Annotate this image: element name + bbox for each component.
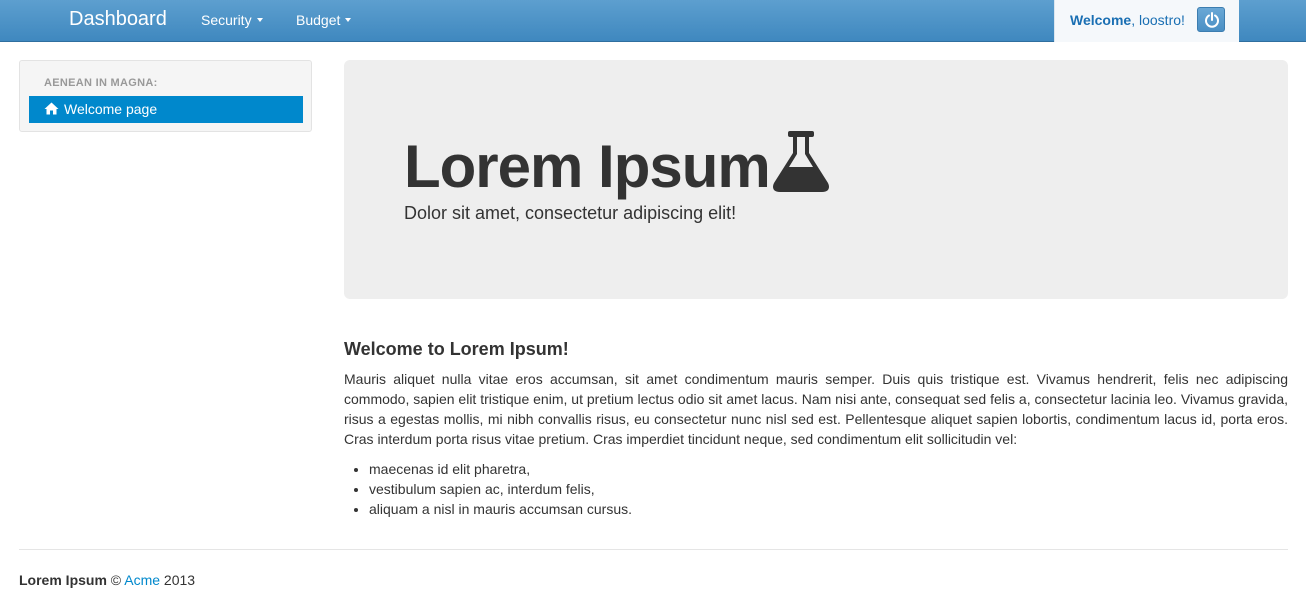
caret-down-icon	[345, 18, 352, 23]
hero-title: Lorem Ipsum	[404, 133, 771, 200]
user-box: Welcome, loostro!	[1054, 0, 1239, 42]
footer-name: Lorem Ipsum	[19, 572, 107, 588]
power-icon	[1205, 12, 1219, 28]
footer-year: 2013	[160, 572, 196, 588]
footer: Lorem Ipsum © Acme 2013	[19, 572, 195, 588]
home-icon	[44, 102, 59, 115]
footer-copyright: ©	[106, 572, 125, 588]
hero-subtitle: Dolor sit amet, consectetur adipiscing e…	[404, 203, 737, 223]
sidebar-item-label: Welcome page	[64, 101, 158, 117]
company-link[interactable]: Acme	[124, 572, 160, 588]
sidebar-header: AENEAN IN MAGNA:	[44, 77, 158, 89]
budget-menu-label: Budget	[296, 12, 341, 28]
username: , loostro!	[1131, 12, 1185, 28]
security-menu-label: Security	[201, 12, 252, 28]
brand-link[interactable]: Dashboard	[69, 8, 167, 31]
content-list: maecenas id elit pharetra, vestibulum sa…	[369, 459, 632, 519]
security-menu[interactable]: Security	[201, 12, 263, 28]
flask-icon	[773, 131, 829, 192]
sidebar: AENEAN IN MAGNA: Welcome page	[19, 60, 312, 132]
top-navbar: Dashboard Security Budget Welcome, loost…	[0, 0, 1306, 42]
hero-unit: Lorem Ipsum Dolor sit amet, consectetur …	[344, 60, 1288, 299]
list-item: maecenas id elit pharetra,	[369, 459, 632, 479]
sidebar-item-welcome-page[interactable]: Welcome page	[29, 96, 303, 123]
content-heading: Welcome to Lorem Ipsum!	[344, 339, 569, 359]
welcome-label: Welcome	[1070, 12, 1132, 28]
footer-divider	[19, 549, 1288, 550]
welcome-text: Welcome, loostro!	[1070, 12, 1185, 28]
list-item: aliquam a nisl in mauris accumsan cursus…	[369, 499, 632, 519]
list-item: vestibulum sapien ac, interdum felis,	[369, 479, 632, 499]
caret-down-icon	[256, 18, 263, 23]
logout-button[interactable]	[1197, 7, 1225, 32]
budget-menu[interactable]: Budget	[296, 12, 352, 28]
content-paragraph: Mauris aliquet nulla vitae eros accumsan…	[344, 371, 1288, 447]
